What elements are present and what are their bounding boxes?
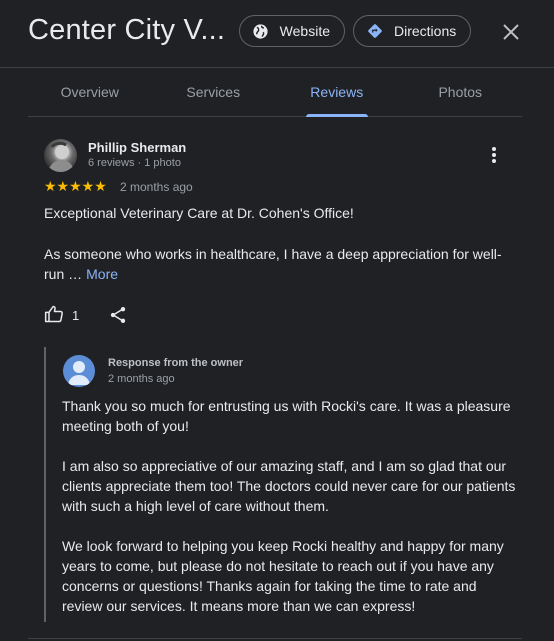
reviewer-meta: 6 reviews · 1 photo [88, 157, 181, 169]
review-body: As someone who works in healthcare, I ha… [44, 244, 514, 284]
website-label: Website [279, 23, 330, 39]
globe-icon [252, 22, 270, 40]
website-button[interactable]: Website [239, 15, 345, 47]
like-count: 1 [72, 308, 80, 323]
share-icon[interactable] [108, 305, 128, 325]
owner-response-paragraph: Thank you so much for entrusting us with… [62, 398, 511, 434]
star-rating: ★★★★★ [44, 178, 107, 194]
place-title: Center City V... [28, 14, 226, 46]
tab-photos[interactable]: Photos [399, 68, 523, 116]
directions-label: Directions [394, 23, 457, 39]
review-date: 2 months ago [120, 180, 193, 194]
person-icon [63, 355, 95, 387]
directions-button[interactable]: Directions [353, 15, 471, 47]
owner-response-text: Thank you so much for entrusting us with… [62, 396, 516, 616]
more-link[interactable]: More [86, 266, 118, 282]
tab-bar: Overview Services Reviews Photos [28, 68, 522, 117]
divider [28, 638, 522, 639]
tab-reviews[interactable]: Reviews [275, 68, 399, 117]
place-header: Center City V... Website Directions [0, 0, 554, 68]
thumb-up-icon [44, 304, 64, 327]
review-title: Exceptional Veterinary Care at Dr. Cohen… [44, 205, 354, 221]
directions-icon [366, 22, 384, 40]
owner-response-paragraph: I am also so appreciative of our amazing… [62, 458, 516, 514]
close-icon[interactable] [498, 19, 524, 45]
reviewer-name[interactable]: Phillip Sherman [88, 140, 186, 155]
tab-services[interactable]: Services [152, 68, 276, 116]
tab-overview[interactable]: Overview [28, 68, 152, 116]
like-button[interactable]: 1 [44, 304, 79, 327]
owner-response-date: 2 months ago [108, 373, 175, 385]
more-vert-icon[interactable] [484, 143, 504, 167]
reviewer-avatar[interactable] [44, 139, 77, 172]
owner-response: Response from the owner 2 months ago Tha… [44, 347, 516, 622]
owner-response-paragraph: We look forward to helping you keep Rock… [62, 538, 504, 614]
owner-response-label: Response from the owner [108, 357, 244, 369]
